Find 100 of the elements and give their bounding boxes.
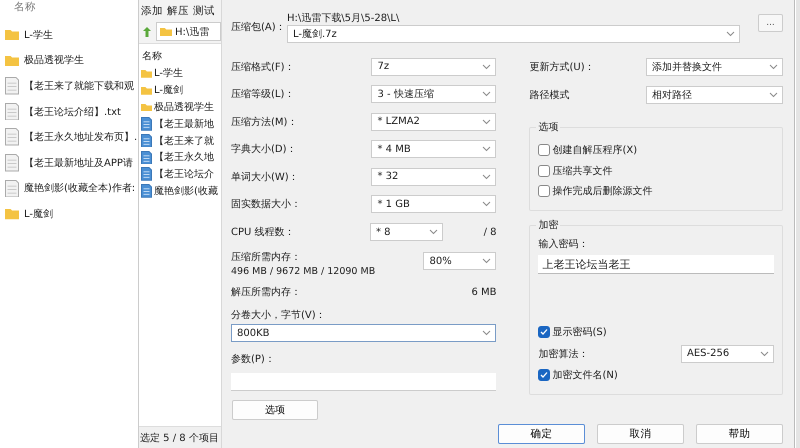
password-field[interactable]: 上老王论坛当老王 (538, 255, 774, 274)
file-name: 【老王永久地址发布页】. (24, 130, 138, 144)
address-field[interactable]: H:\迅雷 (156, 22, 221, 41)
group-title: 选项 (536, 121, 560, 134)
field-label: 压缩包(A)： (231, 20, 287, 35)
file-name: 极品透视学生 (24, 54, 84, 68)
chevron-down-icon (482, 258, 492, 264)
field-label: 固实数据大小： (231, 198, 301, 212)
field-label: 字典大小(D)： (231, 142, 297, 156)
document-icon (5, 154, 19, 172)
dropdown[interactable]: AES-256 (681, 344, 774, 362)
menu-item[interactable]: 解压 (167, 4, 189, 18)
checkbox[interactable] (538, 164, 550, 177)
checkbox-label: 加密文件名(N) (552, 368, 618, 382)
checkbox-label: 显示密码(S) (552, 326, 607, 340)
document-icon (141, 116, 152, 131)
value-text: 6 MB (471, 286, 496, 298)
field-label: 加密算法： (538, 348, 588, 360)
status-bar: 选定 5 / 8 个项目 (139, 426, 221, 448)
field-label: 分卷大小，字节(V)： (231, 308, 327, 322)
up-arrow-icon (141, 26, 153, 38)
folder-icon (141, 69, 152, 78)
options-button[interactable]: 选项 (232, 400, 318, 420)
dropdown[interactable]: * LZMA2 (371, 112, 496, 131)
chevron-down-icon (482, 330, 492, 336)
file-name: 魔艳剑影(收藏全本)作者: (24, 182, 136, 196)
file-name: 【老王永久地 (154, 150, 214, 164)
input-field[interactable] (231, 373, 496, 391)
folder-icon (5, 208, 19, 220)
dropdown[interactable]: 3 - 快速压缩 (371, 85, 496, 104)
chevron-down-icon (429, 229, 438, 235)
field-label: 单词大小(W)： (231, 170, 299, 184)
chevron-down-icon (726, 31, 735, 37)
field-label: 更新方式(U)： (529, 60, 595, 74)
dropdown[interactable]: * 8 (370, 223, 443, 241)
chevron-down-icon (482, 91, 492, 98)
chevron-down-icon (769, 92, 778, 98)
dropdown[interactable]: 80% (423, 252, 496, 270)
file-name: 【老王论坛介绍】.txt (24, 106, 121, 119)
file-name: 【老王最新地 (154, 118, 214, 131)
file-name: L-魔剑 (24, 208, 54, 221)
dialog-button[interactable]: 取消 (597, 424, 684, 444)
file-name: 极品透视学生 (154, 100, 214, 114)
group-title: 加密 (536, 219, 560, 232)
file-name: 魔艳剑影(收藏 (154, 184, 218, 198)
field-label: 压缩格式(F)： (231, 60, 295, 74)
file-name: 【老王来了就能下载和观 (24, 80, 134, 93)
dropdown[interactable]: L-魔剑.7z (287, 25, 740, 43)
value-text: 496 MB / 9672 MB / 12090 MB (231, 266, 376, 277)
chevron-down-icon (482, 64, 492, 70)
field-label: 压缩所需内存： (231, 250, 302, 264)
folder-icon (141, 102, 152, 112)
column-header: 名称 (13, 0, 37, 15)
value-text: / 8 (482, 226, 496, 238)
document-icon (5, 102, 19, 120)
column-header: 名称 (141, 50, 163, 64)
field-label: 路径模式 (529, 88, 570, 102)
checkbox-label: 创建自解压程序(X) (552, 144, 638, 158)
file-name: 【老王论坛介 (154, 168, 214, 182)
dropdown[interactable]: 800KB (231, 324, 496, 342)
menu-item[interactable]: 添加 (141, 4, 163, 18)
checkbox-label: 操作完成后删除源文件 (552, 184, 652, 198)
field-label: 参数(P)： (231, 352, 276, 366)
folder-icon (160, 26, 172, 36)
document-icon (5, 128, 19, 146)
document-icon (5, 180, 19, 198)
field-label: 解压所需内存： (231, 286, 301, 299)
document-icon (141, 134, 152, 148)
field-label: 输入密码： (538, 238, 590, 252)
file-name: 【老王来了就 (154, 134, 214, 148)
dropdown[interactable]: * 1 GB (371, 195, 496, 214)
dropdown[interactable]: 相对路径 (646, 86, 783, 104)
checkbox[interactable] (538, 326, 550, 338)
dropdown[interactable]: * 32 (371, 168, 496, 186)
chevron-down-icon (482, 146, 492, 152)
dropdown[interactable]: 添加并替换文件 (646, 58, 783, 76)
chevron-down-icon (482, 174, 492, 180)
folder-icon (5, 29, 19, 40)
file-name: 【老王最新地址及APP请 (24, 156, 133, 170)
document-icon (141, 150, 152, 164)
document-icon (5, 77, 19, 95)
chevron-down-icon (760, 350, 769, 356)
file-name: L-学生 (154, 66, 184, 80)
file-name: L-学生 (24, 28, 54, 42)
dialog-button[interactable]: 帮助 (696, 424, 783, 444)
dialog-button[interactable]: 确定 (498, 424, 585, 444)
document-icon (141, 184, 152, 198)
chevron-down-icon (482, 201, 492, 208)
field-label: CPU 线程数： (231, 226, 296, 239)
dropdown[interactable]: * 4 MB (371, 140, 496, 158)
folder-icon (5, 54, 19, 66)
dropdown[interactable]: 7z (371, 58, 496, 76)
checkbox[interactable] (538, 185, 550, 198)
document-icon (141, 167, 152, 182)
checkbox[interactable] (538, 368, 550, 381)
chevron-down-icon (769, 64, 778, 70)
path-text: H:\迅雷下载\5月\5-28\L\ (287, 12, 400, 25)
checkbox[interactable] (538, 144, 550, 156)
browse-button[interactable]: ... (758, 14, 783, 32)
menu-item[interactable]: 测试 (193, 4, 215, 18)
